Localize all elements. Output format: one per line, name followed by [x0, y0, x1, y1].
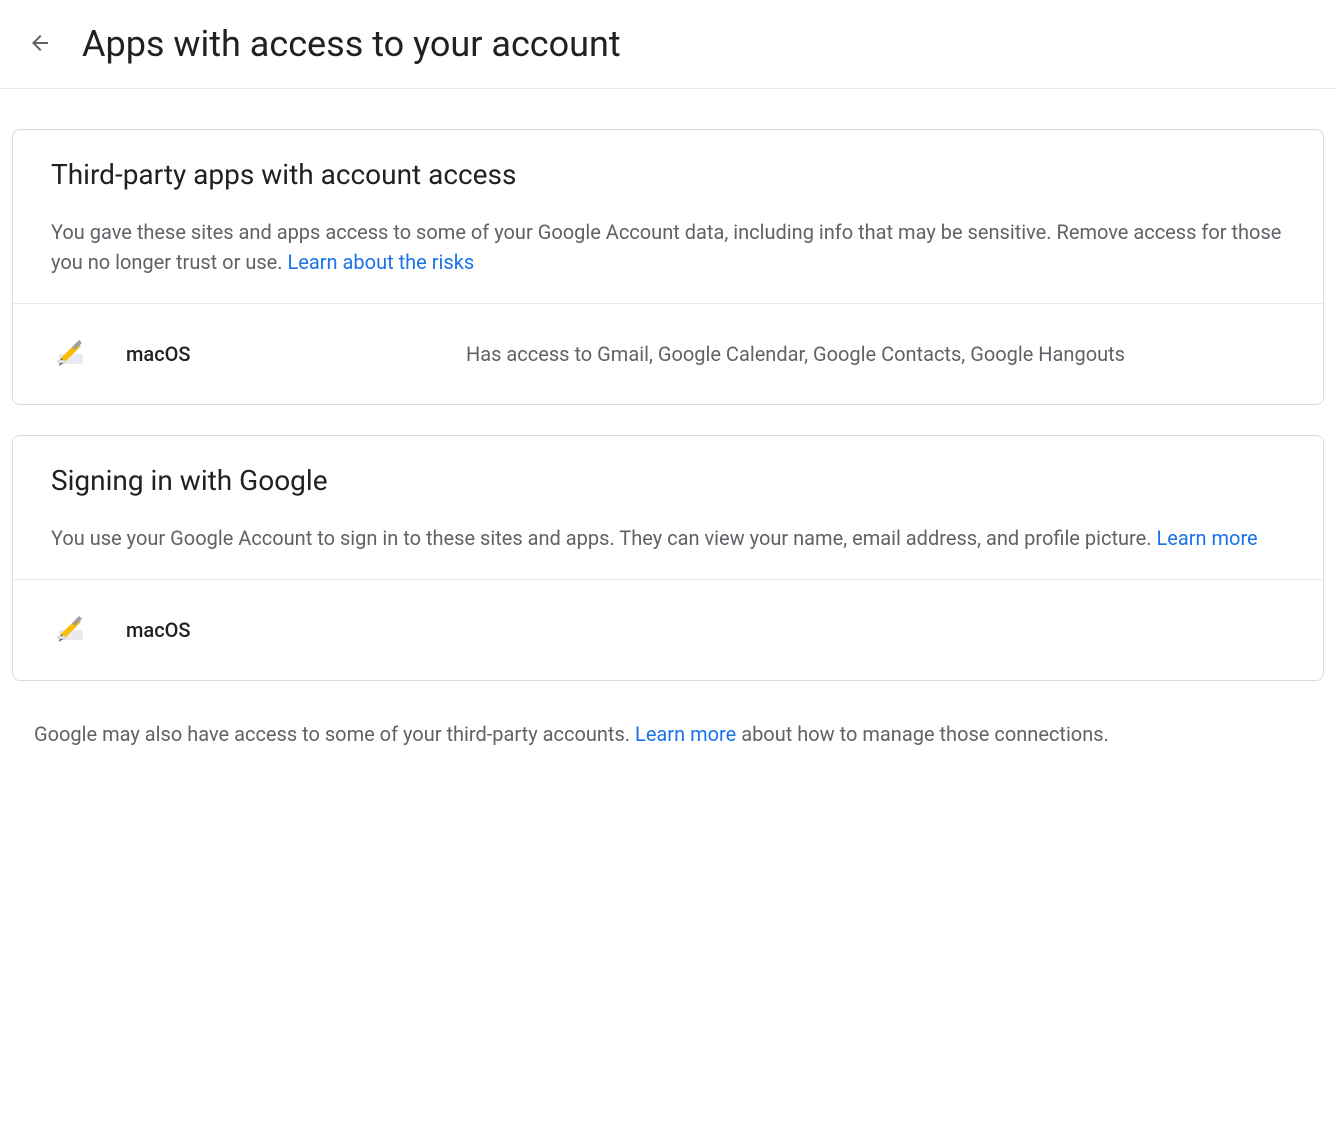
app-name: macOS [126, 342, 466, 366]
macos-tools-icon [51, 334, 91, 374]
signin-desc: You use your Google Account to sign in t… [51, 523, 1285, 553]
learn-risks-link[interactable]: Learn about the risks [288, 250, 475, 274]
app-access-desc: Has access to Gmail, Google Calendar, Go… [466, 339, 1285, 369]
footer-prefix: Google may also have access to some of y… [34, 722, 635, 746]
third-party-card-header: Third-party apps with account access You… [13, 130, 1323, 303]
footer-learn-more-link[interactable]: Learn more [635, 722, 736, 746]
third-party-card: Third-party apps with account access You… [12, 129, 1324, 405]
page-title: Apps with access to your account [82, 23, 621, 65]
signin-title: Signing in with Google [51, 464, 1285, 497]
content-area: Third-party apps with account access You… [0, 89, 1336, 789]
third-party-desc-text: You gave these sites and apps access to … [51, 220, 1281, 274]
signin-app-row[interactable]: macOS [13, 579, 1323, 680]
third-party-app-row[interactable]: macOS Has access to Gmail, Google Calend… [13, 303, 1323, 404]
third-party-desc: You gave these sites and apps access to … [51, 217, 1285, 277]
signin-learn-more-link[interactable]: Learn more [1156, 526, 1257, 550]
third-party-title: Third-party apps with account access [51, 158, 1285, 191]
footer-suffix: about how to manage those connections. [736, 722, 1109, 746]
arrow-left-icon [28, 31, 52, 58]
back-button[interactable] [16, 20, 64, 68]
signin-card: Signing in with Google You use your Goog… [12, 435, 1324, 681]
signin-card-header: Signing in with Google You use your Goog… [13, 436, 1323, 579]
app-name: macOS [126, 618, 466, 642]
macos-tools-icon [51, 610, 91, 650]
page-header: Apps with access to your account [0, 0, 1336, 89]
signin-desc-text: You use your Google Account to sign in t… [51, 526, 1156, 550]
footer-note: Google may also have access to some of y… [12, 711, 1324, 789]
